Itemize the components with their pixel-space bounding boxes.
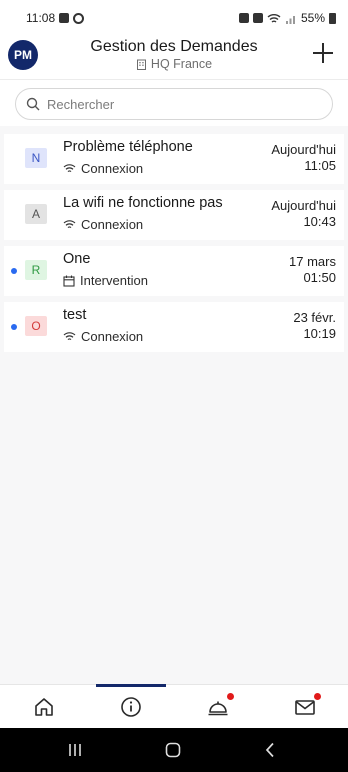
- search-input[interactable]: [47, 96, 307, 112]
- home-icon: [35, 698, 53, 716]
- mute-icon: [252, 13, 263, 23]
- request-category-label: Connexion: [81, 329, 144, 344]
- recent-apps-icon: [69, 744, 81, 756]
- header-title-block: Gestion des Demandes HQ France: [0, 36, 348, 75]
- battery-percent: 55%: [300, 11, 325, 25]
- request-title: Problème téléphone: [63, 139, 193, 155]
- request-category-label: Connexion: [81, 217, 144, 232]
- mail-icon: [295, 700, 315, 715]
- request-date: Aujourd'hui 10:43: [271, 198, 336, 230]
- request-date: 23 févr. 10:19: [293, 310, 336, 342]
- back-button[interactable]: [260, 740, 282, 760]
- app-header: PM Gestion des Demandes HQ France: [0, 36, 348, 80]
- request-date-day: Aujourd'hui: [271, 198, 336, 213]
- unread-indicator: [11, 268, 17, 274]
- signal-icon: [285, 15, 295, 24]
- search-bar[interactable]: [15, 88, 333, 120]
- notification-dot: [314, 693, 321, 700]
- nav-service[interactable]: [206, 693, 234, 719]
- home-system-button[interactable]: [162, 740, 184, 760]
- request-badge: R: [25, 260, 47, 280]
- request-category: Connexion: [63, 329, 143, 344]
- sync-icon: [73, 12, 85, 24]
- request-date-time: 01:50: [303, 270, 336, 285]
- request-date-time: 10:19: [303, 326, 336, 341]
- search-icon: [26, 97, 40, 111]
- request-badge: N: [25, 148, 47, 168]
- nav-home[interactable]: [32, 695, 56, 719]
- battery-saver-icon: [238, 13, 249, 23]
- unread-indicator: [11, 324, 17, 330]
- back-icon: [265, 742, 274, 758]
- request-item[interactable]: N Problème téléphone Connexion Aujourd'h…: [4, 134, 344, 184]
- calendar-icon: [63, 275, 75, 287]
- request-title: La wifi ne fonctionne pas: [63, 195, 223, 211]
- nav-messages[interactable]: [293, 693, 321, 719]
- notification-dot: [227, 693, 234, 700]
- request-badge: A: [25, 204, 47, 224]
- site-name: HQ France: [150, 57, 213, 71]
- request-list: N Problème téléphone Connexion Aujourd'h…: [0, 126, 348, 684]
- request-category-label: Connexion: [81, 161, 144, 176]
- request-title: One: [63, 251, 91, 267]
- request-date-time: 11:05: [304, 158, 336, 173]
- request-date-time: 10:43: [303, 214, 336, 229]
- home-circle-icon: [165, 742, 181, 758]
- request-date-day: Aujourd'hui: [271, 142, 336, 157]
- request-date: 17 mars 01:50: [289, 254, 336, 286]
- wifi-icon: [63, 332, 76, 341]
- request-category: Connexion: [63, 217, 143, 232]
- request-item[interactable]: A La wifi ne fonctionne pas Connexion Au…: [4, 190, 344, 240]
- request-category: Intervention: [63, 273, 148, 288]
- site-selector[interactable]: HQ France: [136, 57, 212, 72]
- request-item[interactable]: O test Connexion 23 févr. 10:19: [4, 302, 344, 352]
- recent-apps-button[interactable]: [64, 740, 86, 760]
- status-time: 11:08: [26, 11, 56, 25]
- battery-icon: [329, 12, 336, 24]
- page-title: Gestion des Demandes: [90, 38, 258, 55]
- info-icon: [121, 697, 141, 717]
- status-bar: 11:08 55%: [0, 0, 348, 36]
- bottom-nav: [0, 684, 348, 728]
- wifi-icon: [63, 164, 76, 173]
- request-category: Connexion: [63, 161, 143, 176]
- request-title: test: [63, 307, 87, 323]
- request-date-day: 17 mars: [289, 254, 336, 269]
- request-date: Aujourd'hui 11:05: [271, 142, 336, 174]
- request-badge: O: [25, 316, 47, 336]
- nav-info[interactable]: [119, 695, 143, 719]
- request-category-label: Intervention: [80, 273, 148, 288]
- add-request-button[interactable]: [312, 42, 334, 64]
- request-date-day: 23 févr.: [293, 310, 336, 325]
- wifi-status-icon: [267, 13, 281, 23]
- wifi-icon: [63, 220, 76, 229]
- active-tab-indicator: [96, 684, 166, 687]
- building-icon: [136, 59, 146, 70]
- service-bell-icon: [208, 701, 228, 716]
- system-nav-bar: [0, 728, 348, 772]
- incognito-icon: [59, 13, 70, 23]
- request-item[interactable]: R One Intervention 17 mars 01:50: [4, 246, 344, 296]
